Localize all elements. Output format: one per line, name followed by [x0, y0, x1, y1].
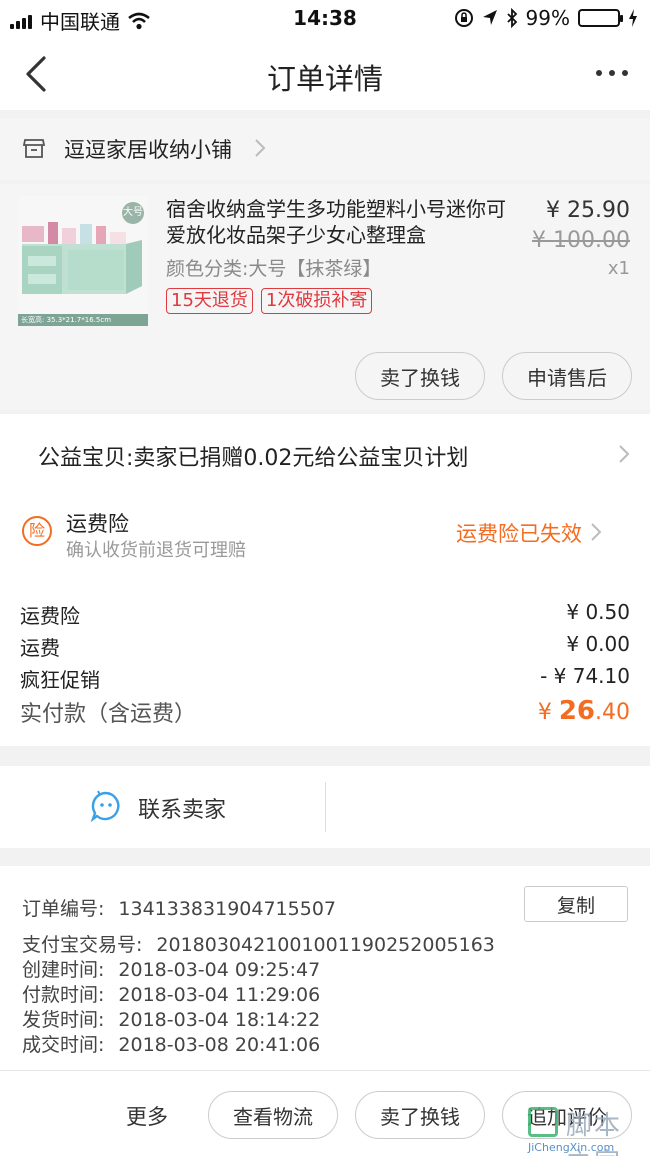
bluetooth-icon — [506, 8, 517, 28]
watermark-domain: JiChengXin.com — [528, 1141, 615, 1154]
tag-return: 15天退货 — [166, 288, 253, 314]
shop-name: 逗逗家居收纳小铺 — [64, 138, 232, 162]
tag-damage: 1次破损补寄 — [260, 288, 373, 314]
total-currency: ¥ — [537, 700, 552, 725]
shipping-insurance-row[interactable]: 险 运费险 确认收货前退货可理赔 运费险已失效 — [0, 494, 650, 580]
sell-button[interactable]: 卖了换钱 — [355, 1091, 485, 1139]
order-number-label: 订单编号: — [22, 898, 105, 920]
completed-row: 成交时间: 2018-03-08 20:41:06 — [22, 1030, 320, 1057]
insurance-title: 运费险 — [66, 512, 129, 536]
status-bar: 中国联通 14:38 99% — [0, 0, 650, 38]
page-title: 订单详情 — [266, 62, 383, 96]
chevron-right-icon — [255, 139, 266, 157]
shipped-time: 2018-03-04 18:14:22 — [118, 1009, 321, 1031]
size-badge: 大号 — [122, 202, 144, 224]
watermark: 脚本之家 JiChengXin.com — [528, 1107, 644, 1156]
insurance-status: 运费险已失效 — [456, 522, 582, 546]
created-label: 创建时间: — [22, 959, 105, 981]
divider — [325, 782, 326, 832]
created-row: 创建时间: 2018-03-04 09:25:47 — [22, 955, 320, 982]
total-integer: 26 — [558, 696, 595, 726]
shipped-label: 发货时间: — [22, 1009, 105, 1031]
fee-row: 运费险 ¥ 0.50 — [20, 600, 630, 629]
charging-icon — [629, 9, 637, 27]
product-quantity: x1 — [607, 258, 630, 279]
product-card[interactable]: 大号 长宽高: 35.3*21.7*16.5cm 宿舍收纳盒学生多功能塑料小号迷… — [0, 184, 650, 410]
original-price: ¥ 100.00 — [532, 228, 630, 253]
alipay-label: 支付宝交易号: — [22, 934, 143, 956]
battery-icon — [578, 9, 623, 27]
fee-value: - ¥ 74.10 — [540, 664, 630, 688]
shipped-row: 发货时间: 2018-03-04 18:14:22 — [22, 1005, 320, 1032]
total-value: ¥ 26.40 — [538, 696, 630, 726]
watermark-logo — [528, 1107, 558, 1137]
fee-label: 运费 — [20, 636, 60, 660]
order-number-row: 订单编号: 134133831904715507 — [22, 894, 336, 921]
paid-time: 2018-03-04 11:29:06 — [118, 984, 321, 1006]
fee-label: 疯狂促销 — [20, 668, 100, 692]
completed-label: 成交时间: — [22, 1034, 105, 1056]
paid-row: 付款时间: 2018-03-04 11:29:06 — [22, 980, 320, 1007]
fee-summary: 运费险 ¥ 0.50 运费 ¥ 0.00 疯狂促销 - ¥ 74.10 实付款（… — [0, 580, 650, 746]
insurance-subtitle: 确认收货前退货可理赔 — [66, 540, 246, 561]
chevron-right-icon — [619, 445, 630, 463]
completed-time: 2018-03-08 20:41:06 — [118, 1034, 321, 1056]
total-decimal: .40 — [595, 700, 630, 725]
product-price: ¥ 25.90 — [546, 198, 630, 223]
fee-row: 运费 ¥ 0.00 — [20, 632, 630, 661]
more-options-icon[interactable] — [596, 70, 628, 76]
view-logistics-button[interactable]: 查看物流 — [208, 1091, 338, 1139]
product-title[interactable]: 宿舍收纳盒学生多功能塑料小号迷你可爱放化妆品架子少女心整理盒 — [166, 196, 516, 248]
contact-section: 联系卖家 — [0, 766, 650, 848]
charity-row[interactable]: 公益宝贝:卖家已捐赠0.02元给公益宝贝计划 — [0, 414, 650, 494]
fee-row: 疯狂促销 - ¥ 74.10 — [20, 664, 630, 693]
total-label: 实付款（含运费） — [20, 702, 197, 727]
total-paid-row: 实付款（含运费） ¥ 26.40 — [20, 696, 630, 728]
order-detail-page: 中国联通 14:38 99% 订单详情 逗逗家居收纳小铺 大号 长宽高: 35.… — [0, 0, 650, 1156]
order-info: 订单编号: 134133831904715507 复制 支付宝交易号: 201803… — [0, 866, 650, 1070]
shop-icon — [22, 139, 46, 158]
chevron-right-icon — [591, 523, 602, 541]
alipay-row: 支付宝交易号: 2018030421001001190252005163 — [22, 930, 495, 957]
product-sku: 颜色分类:大号【抹茶绿】 — [166, 258, 382, 280]
insurance-icon: 险 — [22, 516, 52, 546]
paid-label: 付款时间: — [22, 984, 105, 1006]
battery-percent: 99% — [525, 6, 570, 30]
thumb-caption: 长宽高: 35.3*21.7*16.5cm — [18, 314, 148, 326]
apply-aftersale-button[interactable]: 申请售后 — [502, 352, 632, 400]
more-button[interactable]: 更多 — [126, 1101, 168, 1131]
fee-value: ¥ 0.50 — [566, 600, 630, 624]
product-thumbnail[interactable]: 大号 长宽高: 35.3*21.7*16.5cm — [18, 196, 148, 326]
location-icon — [482, 10, 497, 25]
fee-label: 运费险 — [20, 604, 80, 628]
service-tags: 15天退货 1次破损补寄 — [166, 288, 373, 314]
nav-bar: 订单详情 — [0, 38, 650, 110]
contact-seller-button[interactable]: 联系卖家 — [138, 792, 226, 824]
copy-button[interactable]: 复制 — [524, 886, 628, 922]
sell-button[interactable]: 卖了换钱 — [355, 352, 485, 400]
bottom-action-bar: 更多 查看物流 卖了换钱 追加评价 脚本之家 JiChengXin.com — [0, 1070, 650, 1156]
alipay-number: 2018030421001001190252005163 — [156, 934, 495, 956]
fee-value: ¥ 0.00 — [566, 632, 630, 656]
shop-row[interactable]: 逗逗家居收纳小铺 — [0, 118, 650, 180]
rotation-lock-icon — [454, 9, 473, 27]
status-right: 99% — [454, 6, 638, 30]
order-number: 134133831904715507 — [118, 898, 336, 920]
created-time: 2018-03-04 09:25:47 — [118, 959, 321, 981]
chat-bubble-icon — [90, 790, 120, 822]
charity-text: 公益宝贝:卖家已捐赠0.02元给公益宝贝计划 — [38, 446, 469, 471]
